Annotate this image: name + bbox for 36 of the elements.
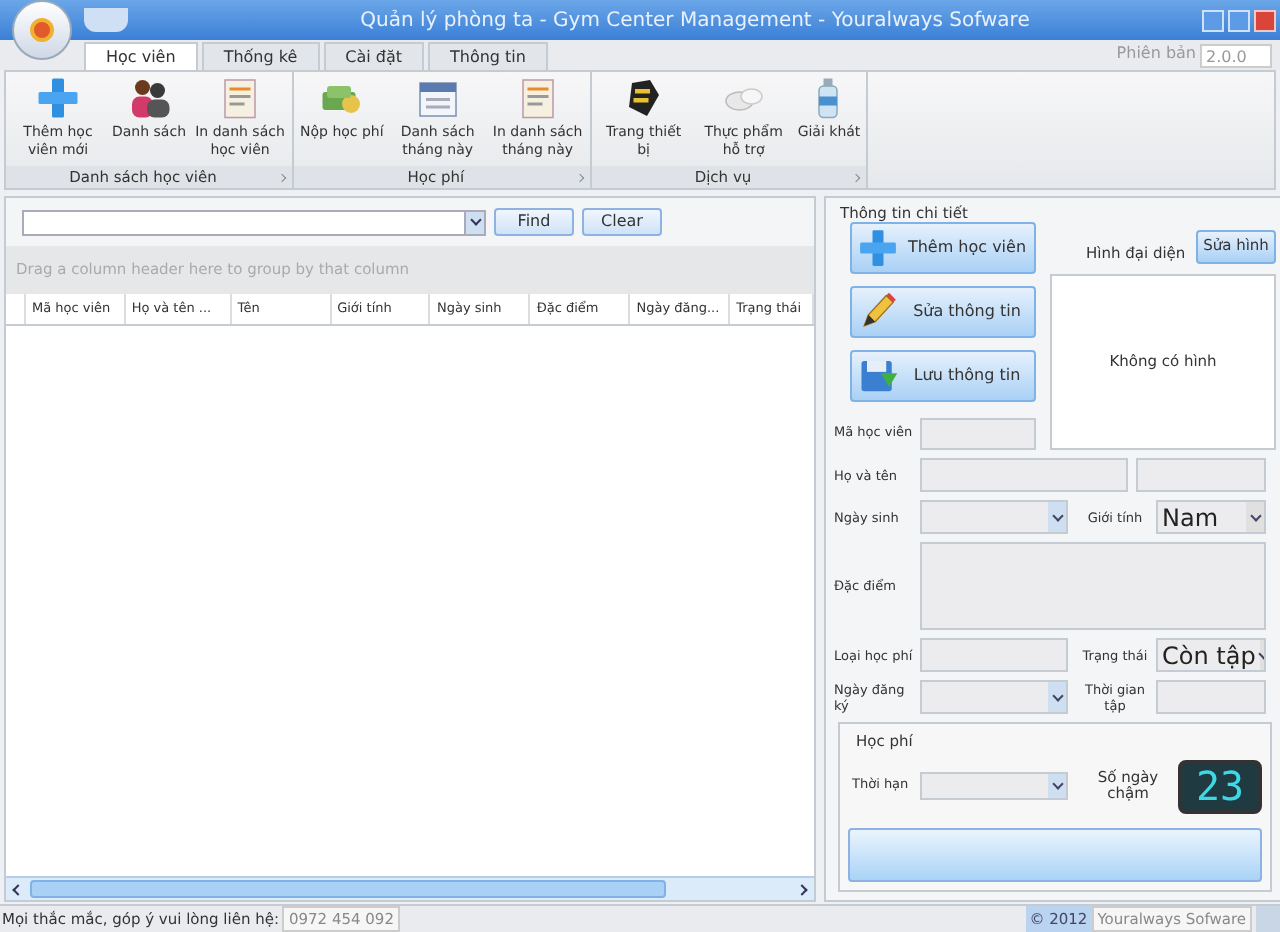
input-field[interactable] bbox=[1156, 680, 1266, 714]
dropdown-field[interactable]: Nam bbox=[1156, 500, 1266, 534]
resize-grip-icon[interactable] bbox=[1256, 906, 1280, 932]
plus-icon bbox=[34, 74, 82, 122]
version-field: 2.0.0 bbox=[1200, 44, 1272, 68]
input-field[interactable] bbox=[1136, 458, 1266, 492]
text-area[interactable] bbox=[920, 542, 1266, 630]
window-title: Quản lý phòng ta - Gym Center Management - Youralways Sofware bbox=[358, 7, 1032, 35]
minimize-button[interactable] bbox=[1202, 9, 1224, 31]
clear-button[interactable]: Clear bbox=[582, 208, 662, 236]
action-button[interactable]: Lưu thông tin bbox=[850, 350, 1036, 402]
input-field[interactable] bbox=[920, 418, 1036, 450]
maximize-button[interactable] bbox=[1228, 9, 1250, 31]
app-logo-icon bbox=[30, 18, 54, 42]
action-button[interactable]: Sửa thông tin bbox=[850, 286, 1036, 338]
dropdown-field[interactable]: Còn tập bbox=[1156, 638, 1266, 672]
search-field[interactable] bbox=[22, 209, 486, 235]
input-field[interactable] bbox=[920, 458, 1128, 492]
app-menu-button[interactable] bbox=[12, 0, 72, 60]
quick-access-button[interactable] bbox=[84, 8, 128, 32]
ribbon-tab[interactable]: Cài đặt bbox=[323, 42, 424, 70]
ribbon-tab[interactable]: Thống kê bbox=[201, 42, 320, 70]
late-days-display: 23 bbox=[1178, 759, 1262, 813]
close-button[interactable] bbox=[1254, 9, 1276, 31]
plus-icon bbox=[856, 226, 900, 270]
ribbon-tab[interactable]: Thông tin bbox=[428, 42, 548, 70]
ribbon-tab[interactable]: Học viên bbox=[84, 42, 198, 70]
scrollbar-thumb[interactable] bbox=[30, 880, 666, 898]
dropdown-field[interactable] bbox=[920, 772, 1068, 800]
dropdown-field[interactable] bbox=[920, 680, 1068, 714]
dropdown-field[interactable] bbox=[920, 500, 1068, 534]
action-button[interactable]: Thêm học viên bbox=[850, 222, 1036, 274]
input-field[interactable] bbox=[920, 638, 1068, 672]
horizontal-scrollbar[interactable] bbox=[6, 876, 814, 900]
version-label: Phiên bản bbox=[1116, 42, 1196, 66]
find-button[interactable]: Find bbox=[494, 208, 574, 236]
